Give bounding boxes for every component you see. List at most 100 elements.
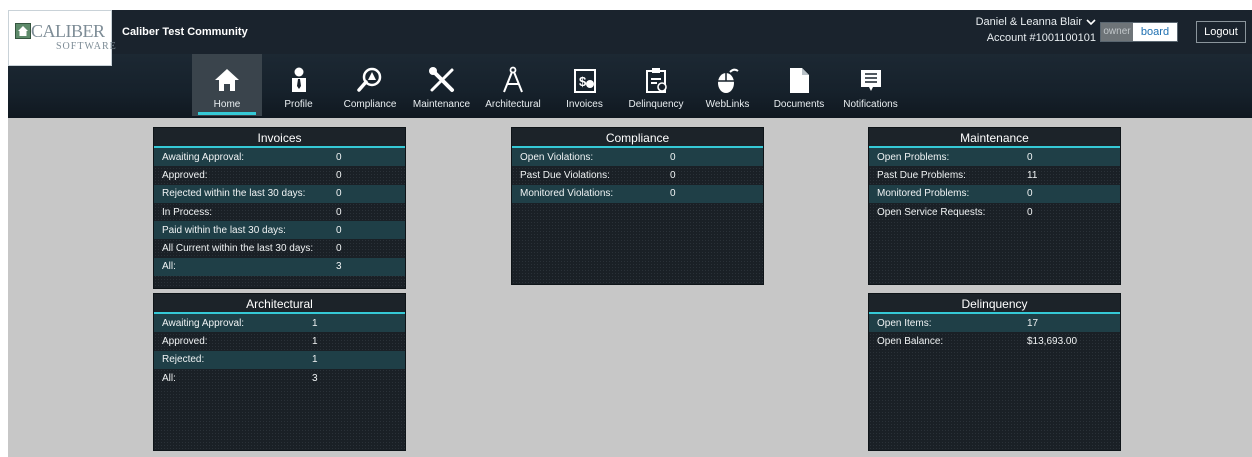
table-row[interactable]: Open Problems: 0: [869, 148, 1120, 167]
row-label: Past Due Problems:: [877, 169, 966, 181]
row-label: Rejected within the last 30 days:: [162, 188, 306, 200]
notifications-icon: [857, 66, 885, 94]
nav-item-invoices[interactable]: $ Invoices: [550, 54, 620, 116]
nav-item-weblinks[interactable]: WebLinks: [693, 54, 763, 116]
dashboard-main: Invoices Awaiting Approval: 0 Approved: 0 …: [8, 118, 1252, 457]
maintenance-card: Maintenance Open Problems: 0 Past Due Pro…: [868, 127, 1121, 285]
nav-label: WebLinks: [705, 99, 750, 110]
row-value: 11: [1027, 169, 1038, 181]
row-value: 3: [312, 372, 318, 384]
table-row[interactable]: Approved: 1: [154, 332, 405, 350]
row-value: 0: [336, 188, 342, 200]
row-label: Open Items:: [877, 317, 932, 329]
row-label: Approved:: [162, 169, 208, 181]
table-row[interactable]: All: 3: [154, 257, 405, 277]
nav-label: Maintenance: [412, 99, 471, 110]
table-row[interactable]: Open Balance: $13,693.00: [869, 332, 1120, 350]
row-value: 0: [1027, 151, 1033, 163]
row-label: Past Due Violations:: [520, 169, 610, 181]
row-label: Awaiting Approval:: [162, 151, 245, 163]
row-label: All Current within the last 30 days:: [162, 243, 314, 255]
community-name: Caliber Test Community: [122, 26, 248, 38]
row-value: 0: [670, 188, 676, 200]
row-label: All:: [162, 261, 176, 273]
nav-item-home[interactable]: Home: [192, 54, 262, 116]
chevron-down-icon[interactable]: [1086, 18, 1096, 26]
architectural-icon: [499, 66, 527, 94]
table-row[interactable]: Rejected within the last 30 days: 0: [154, 184, 405, 203]
row-label: Paid within the last 30 days:: [162, 224, 286, 236]
logo-house-icon: [15, 23, 31, 39]
nav-item-profile[interactable]: Profile: [264, 54, 334, 116]
row-label: Open Violations:: [520, 151, 594, 163]
nav-label: Compliance: [343, 99, 397, 110]
card-title: Maintenance: [869, 128, 1120, 148]
card-title: Architectural: [154, 294, 405, 314]
compliance-icon: [356, 66, 384, 94]
row-value: 0: [670, 151, 676, 163]
role-toggle[interactable]: owner board: [1100, 22, 1178, 42]
row-label: All:: [162, 372, 176, 384]
row-label: Awaiting Approval:: [162, 317, 245, 329]
logout-button[interactable]: Logout: [1196, 21, 1246, 43]
table-row[interactable]: Monitored Problems: 0: [869, 184, 1120, 203]
table-row[interactable]: All Current within the last 30 days: 0: [154, 239, 405, 257]
main-nav: Home Profile Compliance Maintenance Arch…: [192, 54, 907, 118]
nav-label: Home: [213, 99, 241, 110]
card-title: Compliance: [512, 128, 763, 148]
nav-item-maintenance[interactable]: Maintenance: [407, 54, 477, 116]
account-number: Account #1001100101: [986, 32, 1096, 44]
row-label: Monitored Violations:: [520, 188, 614, 200]
nav-label: Documents: [773, 99, 825, 110]
nav-item-architectural[interactable]: Architectural: [478, 54, 548, 116]
nav-item-documents[interactable]: Documents: [764, 54, 834, 116]
invoices-card: Invoices Awaiting Approval: 0 Approved: 0 …: [153, 127, 406, 289]
table-row[interactable]: Monitored Violations: 0: [512, 184, 763, 203]
row-value: 17: [1027, 317, 1039, 329]
row-label: In Process:: [162, 206, 213, 218]
nav-item-notifications[interactable]: Notifications: [836, 54, 906, 116]
architectural-card: Architectural Awaiting Approval: 1 Approv…: [153, 293, 406, 451]
table-row[interactable]: Awaiting Approval: 1: [154, 314, 405, 333]
row-value: 0: [336, 169, 342, 181]
compliance-card: Compliance Open Violations: 0 Past Due Vi…: [511, 127, 764, 285]
app-header: CALIBER SOFTWARE Caliber Test Community …: [8, 10, 1252, 118]
table-row[interactable]: Past Due Violations: 0: [512, 166, 763, 184]
nav-label: Architectural: [485, 99, 541, 110]
row-value: 1: [312, 335, 318, 347]
table-row[interactable]: All: 3: [154, 369, 405, 387]
role-owner-option[interactable]: owner: [1101, 23, 1133, 41]
row-value: 0: [336, 206, 342, 218]
table-row[interactable]: Past Due Problems: 11: [869, 166, 1120, 184]
row-label: Open Service Requests:: [877, 206, 986, 218]
logo-brand-sub: SOFTWARE: [56, 41, 117, 52]
maintenance-icon: [428, 66, 456, 94]
row-value: 0: [336, 243, 342, 255]
nav-label: Notifications: [843, 99, 898, 110]
table-row[interactable]: Open Violations: 0: [512, 148, 763, 167]
table-row[interactable]: Open Items: 17: [869, 314, 1120, 333]
row-value: 0: [1027, 188, 1033, 200]
svg-text:$: $: [579, 74, 587, 89]
table-row[interactable]: Rejected: 1: [154, 350, 405, 369]
row-value: 0: [670, 169, 676, 181]
table-row[interactable]: Awaiting Approval: 0: [154, 148, 405, 167]
nav-item-delinquency[interactable]: Delinquency: [621, 54, 691, 116]
row-value: 1: [312, 317, 318, 329]
caliber-logo[interactable]: CALIBER SOFTWARE: [8, 10, 116, 66]
user-name[interactable]: Daniel & Leanna Blair: [976, 14, 1082, 30]
role-board-option[interactable]: board: [1133, 23, 1177, 41]
logo-brand: CALIBER: [31, 21, 105, 41]
profile-icon: [285, 66, 313, 94]
row-value: 3: [336, 261, 342, 273]
nav-item-compliance[interactable]: Compliance: [335, 54, 405, 116]
table-row[interactable]: Approved: 0: [154, 166, 405, 184]
user-account-block[interactable]: Daniel & Leanna Blair Account #100110010…: [976, 14, 1096, 46]
card-title: Invoices: [154, 128, 405, 148]
table-row[interactable]: Open Service Requests: 0: [869, 203, 1120, 221]
nav-label: Profile: [284, 99, 313, 110]
row-label: Rejected:: [162, 354, 205, 366]
table-row[interactable]: In Process: 0: [154, 203, 405, 221]
table-row[interactable]: Paid within the last 30 days: 0: [154, 221, 405, 240]
row-value: 1: [312, 354, 318, 366]
